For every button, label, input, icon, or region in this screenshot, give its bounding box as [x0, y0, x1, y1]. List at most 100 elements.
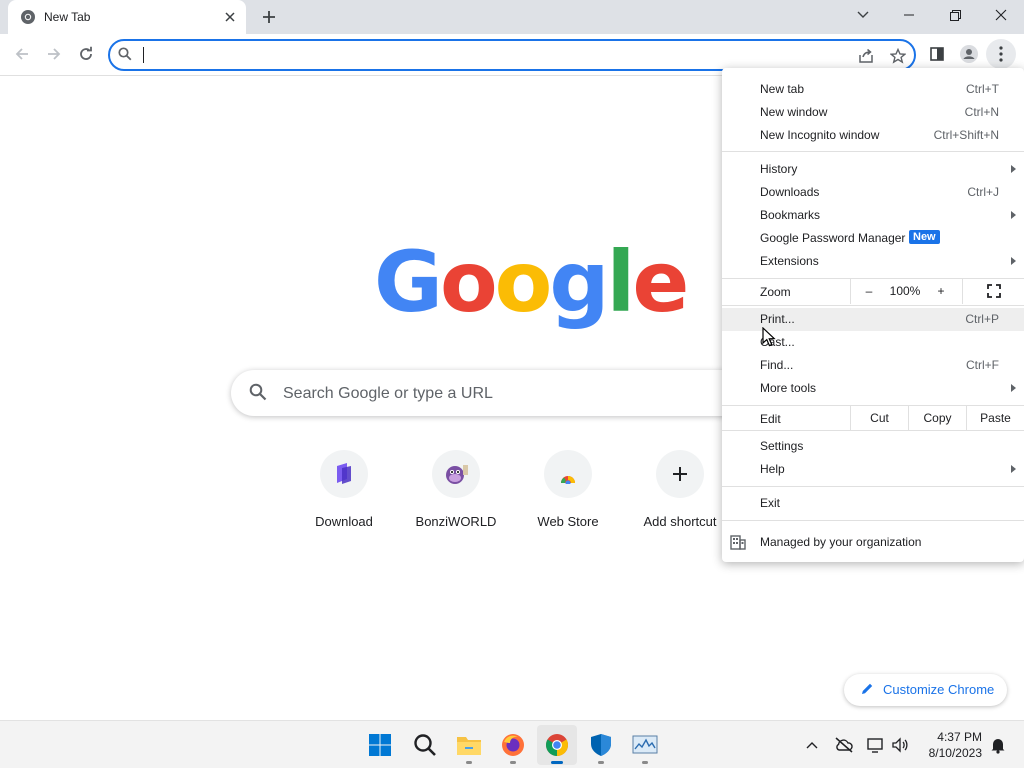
- menu-item-help[interactable]: Help: [722, 458, 1024, 481]
- menu-item-shortcut: Ctrl+N: [964, 105, 999, 119]
- managed-label[interactable]: Managed by your organization: [760, 535, 921, 549]
- taskbar-file-explorer[interactable]: [449, 725, 489, 765]
- address-input[interactable]: [142, 45, 802, 65]
- active-indicator: [551, 761, 563, 764]
- shortcut-web-store[interactable]: Web Store: [518, 448, 618, 538]
- zoom-out-button[interactable]: –: [856, 278, 882, 304]
- search-icon: [249, 383, 267, 406]
- bonziworld-icon: [432, 450, 480, 498]
- menu-item-label: Edit: [760, 412, 781, 426]
- taskbar-firefox[interactable]: [493, 725, 533, 765]
- back-button[interactable]: [7, 39, 37, 69]
- taskbar-search-button[interactable]: [405, 725, 445, 765]
- shortcut-download[interactable]: Download: [294, 448, 394, 538]
- menu-item-password-manager[interactable]: Google Password Manager New: [722, 227, 1024, 250]
- menu-item-history[interactable]: History: [722, 158, 1024, 181]
- taskbar-chrome[interactable]: [537, 725, 577, 765]
- menu-item-extensions[interactable]: Extensions: [722, 250, 1024, 273]
- tab-new-tab[interactable]: New Tab: [8, 0, 246, 34]
- paste-button[interactable]: Paste: [967, 406, 1024, 430]
- shortcut-label: BonziWORLD: [415, 514, 497, 529]
- close-window-button[interactable]: [978, 0, 1024, 30]
- submenu-arrow-icon: [1011, 465, 1016, 473]
- new-tab-button[interactable]: [258, 7, 280, 27]
- download-site-icon: [320, 450, 368, 498]
- menu-item-downloads[interactable]: Downloads Ctrl+J: [722, 181, 1024, 204]
- menu-item-bookmarks[interactable]: Bookmarks: [722, 204, 1024, 227]
- running-indicator: [642, 761, 648, 764]
- zoom-in-button[interactable]: +: [928, 278, 954, 304]
- network-icon[interactable]: [866, 735, 886, 755]
- menu-item-label: Bookmarks: [760, 208, 821, 222]
- shield-icon: [591, 734, 611, 756]
- start-button[interactable]: [360, 725, 400, 765]
- reload-button[interactable]: [71, 39, 101, 69]
- profile-avatar[interactable]: [954, 39, 984, 69]
- copy-button[interactable]: Copy: [909, 406, 966, 430]
- menu-item-new-window[interactable]: New window Ctrl+N: [722, 101, 1024, 124]
- menu-item-label: More tools: [760, 381, 817, 395]
- menu-divider: [722, 486, 1024, 487]
- logo-letter: o: [439, 233, 498, 331]
- clock-date: 8/10/2023: [928, 746, 982, 760]
- notification-bell-icon[interactable]: [988, 735, 1008, 755]
- search-icon: [414, 734, 436, 756]
- system-clock[interactable]: 4:37 PM 8/10/2023: [916, 729, 982, 761]
- menu-item-new-incognito[interactable]: New Incognito window Ctrl+Shift+N: [722, 124, 1024, 147]
- tab-close-icon[interactable]: [222, 9, 238, 25]
- firefox-icon: [502, 734, 524, 756]
- menu-item-settings[interactable]: Settings: [722, 435, 1024, 458]
- menu-item-shortcut: Ctrl+Shift+N: [933, 128, 999, 142]
- tab-title: New Tab: [44, 10, 91, 24]
- tab-search-button[interactable]: [840, 0, 886, 30]
- menu-zoom-row: Zoom – 100% +: [722, 278, 1024, 304]
- plus-icon: [656, 450, 704, 498]
- menu-item-exit[interactable]: Exit: [722, 492, 1024, 515]
- clock-time: 4:37 PM: [937, 730, 982, 744]
- google-logo: Google: [374, 232, 689, 332]
- folder-icon: [457, 737, 481, 755]
- shortcut-label: Web Store: [537, 514, 599, 529]
- menu-item-label: History: [760, 162, 798, 176]
- cut-button[interactable]: Cut: [851, 406, 908, 430]
- menu-item-label: Help: [760, 462, 785, 476]
- submenu-arrow-icon: [1011, 165, 1016, 173]
- fullscreen-button[interactable]: [963, 278, 1024, 304]
- menu-item-label: Extensions: [760, 254, 819, 268]
- pencil-icon: [860, 682, 874, 701]
- cloud-offline-icon[interactable]: [834, 735, 854, 755]
- menu-item-label: Exit: [760, 496, 781, 510]
- forward-button[interactable]: [39, 39, 69, 69]
- logo-letter: o: [494, 233, 553, 331]
- chevron-up-icon[interactable]: [802, 735, 822, 755]
- chrome-menu: New tab Ctrl+T New window Ctrl+N New Inc…: [722, 68, 1024, 562]
- menu-item-label: Google Password Manager: [760, 231, 906, 245]
- restore-button[interactable]: [932, 0, 978, 30]
- menu-divider: [722, 305, 1024, 306]
- volume-icon[interactable]: [890, 735, 910, 755]
- side-panel-button[interactable]: [922, 39, 952, 69]
- taskbar-defender[interactable]: [581, 725, 621, 765]
- submenu-arrow-icon: [1011, 211, 1016, 219]
- menu-item-label: Zoom: [760, 285, 791, 299]
- shortcut-add[interactable]: Add shortcut: [630, 448, 730, 538]
- menu-item-label: New Incognito window: [760, 128, 880, 142]
- monitor-graph-icon: [632, 735, 658, 754]
- running-indicator: [598, 761, 604, 764]
- bookmark-star-icon[interactable]: [888, 46, 908, 66]
- share-icon[interactable]: [856, 46, 876, 66]
- menu-divider: [722, 430, 1024, 431]
- minimize-button[interactable]: [886, 0, 932, 30]
- chrome-menu-button[interactable]: [986, 39, 1016, 69]
- menu-item-more-tools[interactable]: More tools: [722, 377, 1024, 400]
- logo-letter: g: [549, 233, 609, 331]
- ntp-search-box[interactable]: Search Google or type a URL: [231, 370, 791, 416]
- chrome-icon: [546, 734, 568, 756]
- menu-item-find[interactable]: Find... Ctrl+F: [722, 354, 1024, 377]
- customize-chrome-button[interactable]: Customize Chrome: [844, 674, 1007, 706]
- taskbar-resource-monitor[interactable]: [625, 725, 665, 765]
- menu-item-new-tab[interactable]: New tab Ctrl+T: [722, 78, 1024, 101]
- submenu-arrow-icon: [1011, 384, 1016, 392]
- address-bar[interactable]: [108, 39, 916, 71]
- shortcut-bonziworld[interactable]: BonziWORLD: [406, 448, 506, 538]
